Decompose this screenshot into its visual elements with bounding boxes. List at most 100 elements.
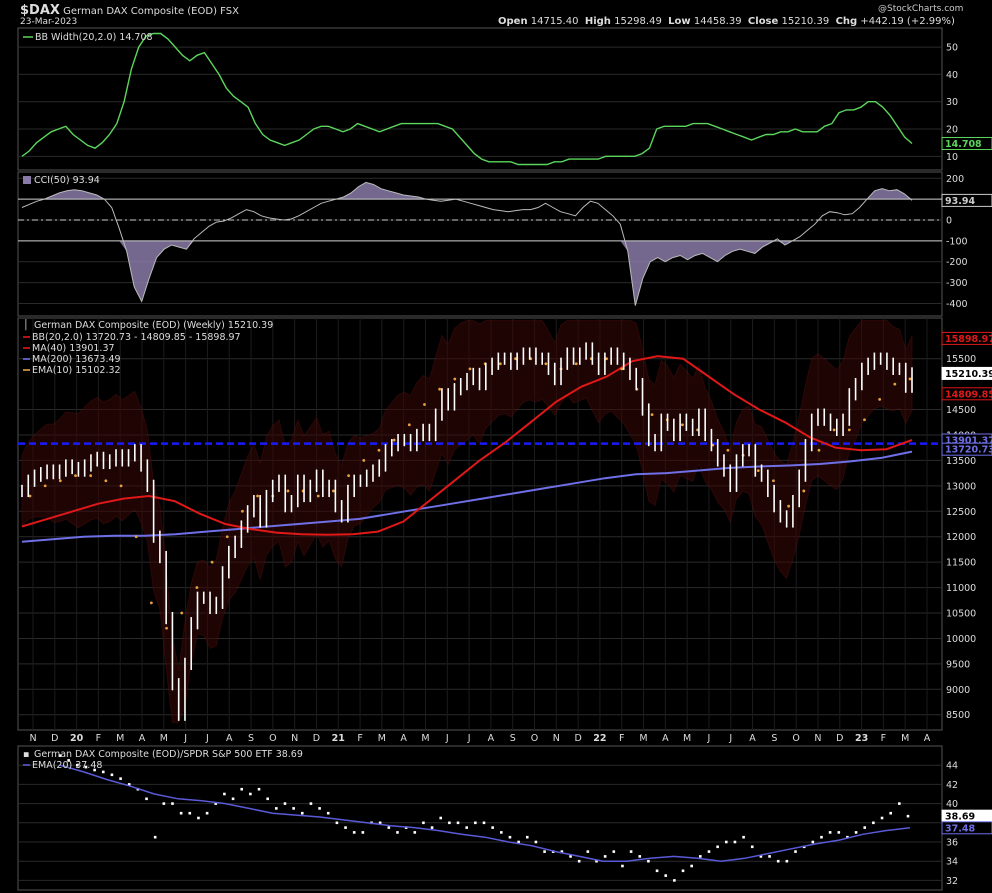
ratio-point — [577, 859, 581, 863]
ema10-point — [195, 586, 199, 589]
x-tick-label: M — [116, 733, 124, 744]
ratio-point — [474, 821, 477, 825]
ema10-point — [104, 479, 108, 483]
x-tick-label: N — [29, 733, 36, 744]
x-tick-label: D — [574, 733, 581, 744]
ema10-point — [726, 448, 730, 452]
ratio-point — [344, 826, 347, 829]
y-tick-label: 12000 — [946, 532, 976, 543]
price-legend: German DAX Composite (EOD) (Weekly) 1521… — [34, 320, 273, 331]
x-tick-label: A — [139, 733, 146, 744]
ema10-point — [908, 377, 912, 381]
ratio-point — [543, 850, 546, 853]
ratio-value-tag: 38.69 — [945, 812, 975, 823]
ema10-point — [863, 418, 866, 422]
x-tick-label: F — [96, 733, 101, 744]
ema10-point — [847, 428, 851, 432]
x-tick-label: D — [51, 733, 58, 744]
ratio-point — [733, 840, 737, 844]
ema10-point — [377, 448, 381, 452]
ema10-point — [225, 535, 229, 539]
bbwidth-legend: BB Width(20,2.0) 14.708 — [35, 32, 153, 43]
ratio-point — [629, 850, 633, 853]
price-value-tag: 14809.85 — [945, 389, 992, 400]
price-value-tag: 15210.39 — [945, 369, 992, 380]
ratio-point — [872, 821, 875, 825]
ratio-point — [681, 869, 685, 873]
y-tick-label: 40 — [946, 70, 958, 81]
x-tick-label: A — [226, 733, 233, 744]
x-tick-label: N — [814, 733, 821, 744]
cci-oversold-area — [22, 240, 912, 306]
bbwidth-value-tag: 14.708 — [945, 139, 982, 150]
ema10-point — [468, 367, 472, 371]
ratio-point — [716, 845, 719, 849]
y-tick-label: -300 — [946, 278, 968, 289]
ratio-point — [500, 831, 503, 834]
ema10-point — [453, 377, 457, 381]
cci-legend-swatch — [23, 176, 31, 184]
ratio-point — [828, 831, 832, 834]
ratio-point — [240, 787, 244, 791]
ratio-panel — [17, 745, 943, 891]
ratio-point — [101, 770, 105, 774]
y-tick-label: 15500 — [946, 354, 976, 365]
ratio-point — [231, 797, 235, 801]
ratio-point — [352, 831, 356, 834]
y-tick-label: 32 — [946, 876, 958, 887]
ratio-point — [145, 797, 148, 801]
ratio-point — [491, 826, 494, 829]
ratio-point — [387, 826, 391, 829]
ema10-point — [134, 535, 138, 539]
y-tick-label: 8500 — [946, 710, 970, 721]
ratio-legend: German DAX Composite (EOD)/SPDR S&P 500 … — [34, 749, 303, 760]
ema10-point — [347, 474, 351, 478]
ema10-point — [772, 479, 775, 483]
ema10-point — [498, 362, 502, 366]
bbwidth-line — [21, 32, 913, 166]
bbwidth-panel — [17, 27, 943, 171]
x-tick-label: M — [378, 733, 386, 744]
x-tick-label: 21 — [332, 733, 345, 744]
ema10-point — [423, 403, 426, 406]
y-tick-label: 44 — [946, 761, 958, 772]
price-legend-swatch: │ — [23, 319, 29, 331]
y-tick-label: 36 — [946, 838, 958, 849]
y-tick-label: 20 — [946, 125, 958, 136]
ratio-point — [673, 879, 676, 882]
ratio-point — [880, 816, 884, 820]
ema10-point — [74, 474, 77, 478]
x-tick-label: J — [183, 733, 187, 744]
ratio-point — [283, 802, 287, 805]
ema10-point — [210, 560, 214, 564]
y-tick-label: 40 — [946, 799, 958, 810]
stock-chart[interactable]: 50 40 30 20 10 BB Width(20,2.0) 14.708 14.708 2… — [0, 0, 992, 893]
ratio-point — [335, 821, 339, 825]
x-tick-label: O — [269, 733, 276, 744]
x-tick-label: S — [771, 733, 777, 744]
x-tick-label: J — [728, 733, 732, 744]
ratio-point — [119, 777, 122, 780]
ratio-point — [794, 850, 797, 853]
ema10-point — [316, 494, 320, 498]
ratio-point — [742, 835, 745, 839]
ratio-point — [197, 816, 200, 820]
ema10-point — [43, 484, 47, 488]
y-tick-label: 10000 — [946, 634, 976, 645]
ratio-point — [439, 816, 443, 820]
x-tick-label: S — [510, 733, 516, 744]
ema10-point — [332, 489, 335, 493]
cci-overbought-area — [22, 182, 912, 200]
ratio-point — [292, 807, 295, 810]
price-legend-item: BB(20,2.0) 13720.73 - 14809.85 - 15898.9… — [32, 332, 241, 343]
ema10-point — [119, 484, 123, 488]
x-tick-label: O — [531, 733, 538, 744]
ratio-point — [188, 811, 192, 815]
ratio-point — [525, 835, 529, 839]
ratio-point — [205, 811, 209, 815]
ratio-point — [820, 835, 823, 839]
ratio-value-tag: 37.48 — [945, 823, 975, 834]
ema10-point — [817, 448, 821, 452]
ratio-point — [465, 826, 468, 829]
ema10-point — [149, 601, 153, 605]
